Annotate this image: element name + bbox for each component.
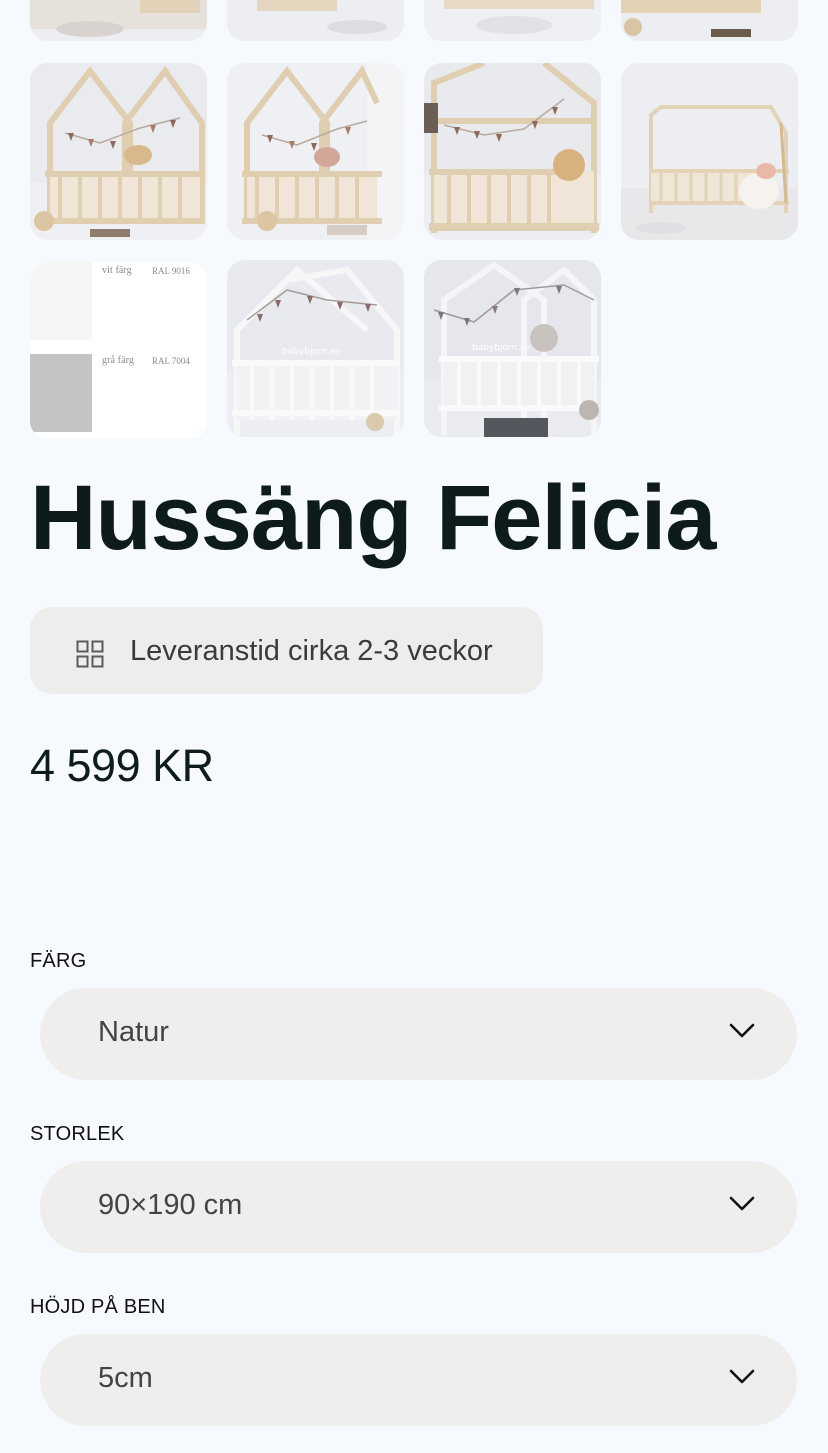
product-gallery: vit färg RAL 9016 grå färg RAL 7004 baby…: [0, 0, 828, 440]
watermark: babybjorn.se: [282, 347, 341, 357]
gallery-thumb[interactable]: [30, 63, 207, 240]
size-select-value: 90×190 cm: [98, 1189, 243, 1221]
swatch-white: [30, 262, 92, 340]
color-select[interactable]: Natur: [40, 988, 797, 1080]
product-title: Hussäng Felicia: [30, 467, 716, 569]
gallery-thumb[interactable]: [424, 0, 601, 41]
size-option-label: STORLEK: [30, 1123, 125, 1145]
product-price: 4 599 KR: [30, 740, 214, 791]
gallery-thumb[interactable]: babybjorn.se: [424, 260, 601, 437]
delivery-time-text: Leveranstid cirka 2-3 veckor: [130, 635, 493, 667]
gallery-thumb[interactable]: [30, 0, 207, 41]
color-select-value: Natur: [98, 1016, 169, 1048]
size-select[interactable]: 90×190 cm: [40, 1161, 797, 1253]
gallery-thumb[interactable]: babybjorn.se: [227, 260, 404, 437]
gallery-thumb[interactable]: [424, 63, 601, 240]
swatch-label-white: vit färg: [102, 265, 132, 276]
grid-icon: [76, 640, 104, 668]
chevron-down-icon: [729, 1196, 755, 1211]
gallery-thumb[interactable]: [227, 0, 404, 41]
leg-height-select-value: 5cm: [98, 1362, 153, 1394]
color-option-label: FÄRG: [30, 950, 87, 972]
color-swatch-chart[interactable]: vit färg RAL 9016 grå färg RAL 7004: [30, 262, 207, 439]
chevron-down-icon: [729, 1369, 755, 1384]
gallery-thumb[interactable]: [227, 63, 404, 240]
watermark: babybjorn.se: [472, 343, 531, 353]
swatch-grey: [30, 354, 92, 432]
swatch-label-grey: grå färg: [102, 355, 134, 366]
swatch-code-grey: RAL 7004: [152, 356, 190, 366]
gallery-thumb[interactable]: [621, 0, 798, 41]
chevron-down-icon: [729, 1023, 755, 1038]
leg-height-option-label: HÖJD PÅ BEN: [30, 1296, 166, 1318]
swatch-code-white: RAL 9016: [152, 266, 190, 276]
gallery-thumb[interactable]: [621, 63, 798, 240]
leg-height-select[interactable]: 5cm: [40, 1334, 797, 1426]
